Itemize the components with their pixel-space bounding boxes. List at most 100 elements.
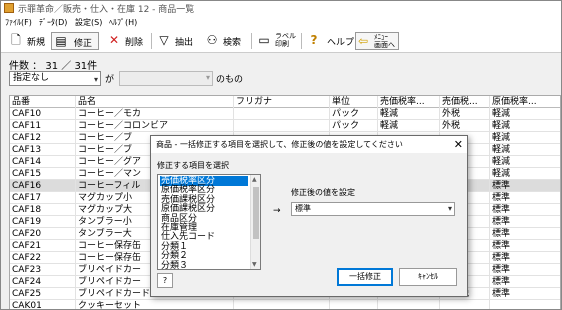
cell-name: コーヒー／モカ [76,108,234,120]
cell-kana [234,120,330,132]
new-doc-icon: 🗋 [11,33,21,47]
col-header-sale-tax-rate[interactable]: 売価税率... [378,96,440,108]
cell-code: CAF10 [10,108,76,120]
new-button[interactable]: 🗋 新規 [9,32,47,50]
value-select[interactable]: 標準 ▾ [291,202,455,216]
label-print-button[interactable]: ▭ ラベル 印刷 [257,32,297,50]
app-icon [4,3,14,13]
cell-cost-tax-rate: 軽減 [490,120,560,132]
cell-sale-tax-rate: 軽減 [378,120,440,132]
extract-button[interactable]: ▽ 抽出 [157,32,197,50]
cell-code: CAF17 [10,192,76,204]
menu-settings[interactable]: 設定(S) [75,17,102,28]
title-bar: 示罪革命／販売・仕入・在庫 12 - 商品一覧 [1,1,561,16]
filter-select[interactable]: 指定なし ▾ [9,71,101,86]
cell-cost-tax-rate: 標準 [490,204,560,216]
chevron-down-icon: ▾ [447,204,452,213]
cell-sale-tax-rate [378,300,440,309]
search-button[interactable]: ⚇ 検索 [205,32,249,50]
label-print-text: ラベル 印刷 [275,32,296,48]
menu-bar: ﾌｧｲﾙ(F) ﾃﾞｰﾀ(D) 設定(S) ﾍﾙﾌﾟ(H) [1,16,561,29]
menu-file[interactable]: ﾌｧｲﾙ(F) [5,17,32,28]
cell-code: CAF19 [10,216,76,228]
scroll-up-icon[interactable]: ▲ [252,176,257,183]
cell-code: CAF11 [10,120,76,132]
menu-data[interactable]: ﾃﾞｰﾀ(D) [39,17,67,28]
cell-code: CAF24 [10,276,76,288]
toolbar-separator [251,33,252,49]
cell-sale-tax: 外税 [440,108,490,120]
menu-help[interactable]: ﾍﾙﾌﾟ(H) [109,17,137,28]
col-header-unit[interactable]: 単位 [330,96,378,108]
toolbar-separator [151,33,152,49]
list-item[interactable]: 分類３ [160,261,248,269]
cell-code: CAF13 [10,144,76,156]
toolbar: 🗋 新規 ▤ 修正 ✕ 削除 ▽ 抽出 ⚇ 検索 ▭ ラベル印刷 ? ヘルプ [1,29,561,53]
table-row[interactable]: CAF11 コーヒー／コロンビア パック 軽減 外税 軽減 [10,120,560,132]
help-button[interactable]: ? ヘルプ [307,32,355,50]
cell-cost-tax-rate: 軽減 [490,156,560,168]
cell-code: CAF21 [10,240,76,252]
dialog-title: 商品 - 一括修正する項目を選択して、修正後の値を設定してください ✕ [151,136,467,153]
cell-code: CAF14 [10,156,76,168]
cell-sale-tax-rate: 軽減 [378,108,440,120]
arrow-label: → [273,206,281,216]
window-title: 示罪革命／販売・仕入・在庫 12 - 商品一覧 [18,5,195,15]
dialog-help-button[interactable]: ? [157,273,173,288]
back-arrow-icon: ⇦ [357,34,369,48]
edit-button[interactable]: ▤ 修正 [51,32,99,50]
label-icon: ▭ [258,33,270,47]
cell-cost-tax-rate: 標準 [490,180,560,192]
col-header-sale-tax[interactable]: 売価税... [440,96,490,108]
col-header-name[interactable]: 品名 [76,96,234,108]
question-icon: ? [310,33,318,47]
cell-cost-tax-rate [490,300,560,309]
table-row[interactable]: CAK01 クッキーセット [10,300,560,309]
record-count: 件数 ： 31 ／ 31件 [9,61,98,72]
filter-value-select[interactable]: ▾ [119,71,213,86]
filter-ga-label: が [105,75,115,85]
cell-sale-tax: 外税 [440,120,490,132]
cell-name: コーヒー／コロンビア [76,120,234,132]
delete-button[interactable]: ✕ 削除 [107,32,147,50]
menu-screen-button[interactable]: ⇦ ﾒﾆｭｰ 画面へ [355,32,399,50]
cell-cost-tax-rate: 軽減 [490,168,560,180]
close-icon[interactable]: ✕ [454,136,463,153]
main-window: 示罪革命／販売・仕入・在庫 12 - 商品一覧 ﾌｧｲﾙ(F) ﾃﾞｰﾀ(D) … [0,0,562,310]
cell-code: CAF22 [10,252,76,264]
scroll-down-icon[interactable]: ▼ [252,261,257,268]
item-listbox[interactable]: 売価税率区分 原価税率区分 売価課税区分 原価課税区分 商品区分 在庫管理 仕入先コード 分類… [157,174,261,270]
cell-kana [234,108,330,120]
cell-unit: パック [330,108,378,120]
cell-cost-tax-rate: 標準 [490,216,560,228]
delete-x-icon: ✕ [108,33,120,47]
cell-cost-tax-rate: 軽減 [490,132,560,144]
col-header-code[interactable]: 品番 [10,96,76,108]
bulk-edit-dialog: 商品 - 一括修正する項目を選択して、修正後の値を設定してください ✕ 修正する… [150,135,468,297]
col-header-cost-tax-rate[interactable]: 原価税率... [490,96,560,108]
col-header-kana[interactable]: フリガナ [234,96,330,108]
cell-unit [330,300,378,309]
cell-cost-tax-rate: 軽減 [490,108,560,120]
cell-code: CAF23 [10,264,76,276]
filter-nomono-label: のもの [216,75,244,85]
table-row[interactable]: CAF10 コーヒー／モカ パック 軽減 外税 軽減 [10,108,560,120]
chevron-down-icon: ▾ [93,75,98,84]
bulk-edit-ok-button[interactable]: 一括修正 [337,268,393,286]
cell-cost-tax-rate: 軽減 [490,144,560,156]
cell-unit: パック [330,120,378,132]
cell-cost-tax-rate: 標準 [490,276,560,288]
scroll-thumb[interactable] [253,187,259,239]
value-label: 修正後の値を設定 [291,188,355,197]
cancel-button[interactable]: ｷｬﾝｾﾙ [399,268,457,286]
cell-cost-tax-rate: 標準 [490,264,560,276]
filter-icon: ▽ [159,33,169,47]
edit-icon: ▤ [55,34,67,48]
cell-code: CAF25 [10,288,76,300]
cell-code: CAK01 [10,300,76,309]
menu-screen-text: ﾒﾆｭｰ 画面へ [374,33,395,49]
cell-code: CAF18 [10,204,76,216]
cell-code: CAF15 [10,168,76,180]
listbox-scrollbar[interactable]: ▲ ▼ [250,175,260,269]
toolbar-separator [301,33,302,49]
